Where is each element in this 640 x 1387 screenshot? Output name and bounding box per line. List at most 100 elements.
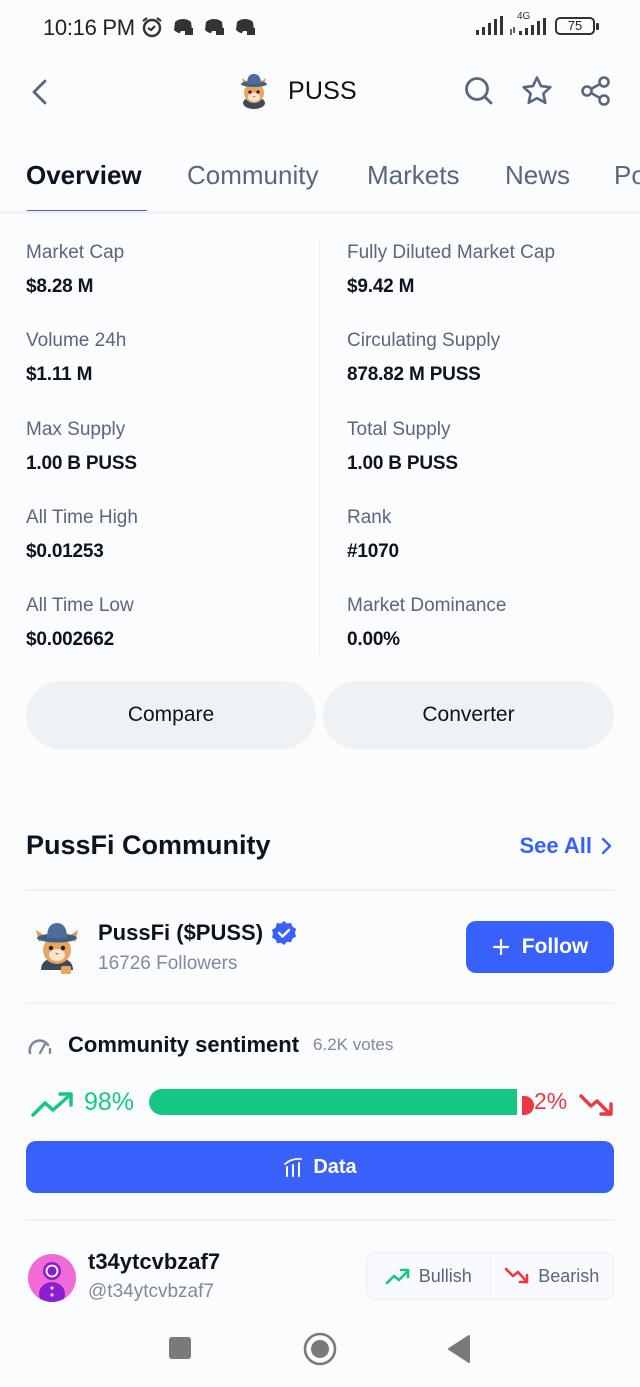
tab-community[interactable]: Community (187, 160, 318, 191)
sentiment-data-button[interactable]: Data (26, 1141, 614, 1193)
stat-value: 0.00% (347, 629, 400, 650)
stat-circulating-supply: Circulating Supply 878.82 M PUSS (347, 329, 500, 387)
stat-rank: Rank #1070 (347, 506, 399, 564)
stat-value: $1.11 M (26, 364, 93, 385)
square-icon (169, 1337, 191, 1359)
bearish-label: Bearish (538, 1265, 600, 1286)
community-followers: 16726 Followers (98, 953, 238, 974)
community-name-label: PussFi ($PUSS) (98, 920, 264, 945)
signal-4g-icon: 4G (509, 11, 549, 37)
stat-label: Fully Diluted Market Cap (347, 242, 556, 263)
compare-button[interactable]: Compare (26, 681, 316, 749)
back-nav-button[interactable] (446, 1334, 472, 1369)
stat-market-cap: Market Cap $8.28 M (26, 241, 124, 299)
search-button[interactable] (462, 74, 496, 108)
system-nav-bar (0, 1310, 640, 1387)
stats-grid: Market Cap $8.28 M Volume 24h $1.11 M Ma… (0, 236, 640, 656)
stats-divider (319, 240, 320, 654)
discord-notification-icon (236, 19, 255, 35)
stat-volume-24h: Volume 24h $1.11 M (26, 329, 126, 387)
community-name[interactable]: PussFi ($PUSS) (98, 920, 297, 946)
coin-title: PUSS (236, 72, 357, 110)
sentiment-title: Community sentiment (68, 1032, 300, 1057)
network-type: 4G (517, 11, 531, 22)
sentiment-header: Community sentiment 6.2K votes (26, 1032, 393, 1058)
bearish-percent: 2% (534, 1088, 568, 1114)
chevron-left-icon (32, 79, 47, 105)
follow-button[interactable]: Follow (466, 921, 614, 973)
share-button[interactable] (579, 74, 613, 108)
plus-icon (492, 938, 509, 956)
battery-icon: 75 (555, 17, 599, 35)
stat-max-supply: Max Supply 1.00 B PUSS (26, 418, 137, 476)
trending-up-icon (385, 1268, 410, 1285)
gauge-icon (28, 1039, 52, 1055)
post-username[interactable]: t34ytcvbzaf7 (88, 1249, 220, 1275)
tab-portfolio[interactable]: Po (614, 160, 640, 191)
stat-label: Circulating Supply (347, 330, 501, 351)
divider (26, 889, 614, 891)
follow-label: Follow (521, 935, 589, 958)
share-icon (581, 76, 610, 106)
stat-value: 1.00 B PUSS (347, 453, 458, 474)
tab-markets[interactable]: Markets (367, 160, 459, 191)
stat-total-supply: Total Supply 1.00 B PUSS (347, 418, 458, 476)
stat-label: All Time Low (26, 595, 134, 616)
stat-value: $9.42 M (347, 276, 415, 297)
app-header: PUSS (0, 60, 640, 124)
converter-button[interactable]: Converter (323, 681, 614, 749)
trending-up-icon (31, 1092, 73, 1117)
signal-icon (476, 16, 503, 35)
status-icons-right: 4G 75 (475, 11, 599, 37)
recents-button[interactable] (168, 1336, 192, 1365)
tab-news[interactable]: News (505, 160, 570, 191)
discord-notification-icon (205, 19, 224, 35)
community-avatar[interactable] (31, 920, 83, 976)
sentiment-votes: 6.2K votes (313, 1035, 394, 1054)
stat-value: #1070 (347, 541, 399, 562)
status-icons-left (140, 15, 257, 39)
page-title: PUSS (288, 76, 357, 105)
alarm-icon (142, 17, 162, 38)
home-button[interactable] (303, 1332, 337, 1371)
trending-down-icon (579, 1094, 613, 1116)
stat-fully-diluted-market-cap: Fully Diluted Market Cap $9.42 M (347, 241, 555, 299)
divider (26, 1002, 614, 1004)
bullish-vote-button[interactable]: Bullish (367, 1253, 490, 1299)
bearish-vote-button[interactable]: Bearish (489, 1253, 614, 1299)
stat-value: $0.01253 (26, 541, 104, 562)
search-icon (465, 77, 493, 105)
watchlist-button[interactable] (520, 74, 554, 108)
stat-value: $8.28 M (26, 276, 94, 297)
star-icon (522, 76, 552, 105)
discord-notification-icon (174, 19, 193, 35)
stat-label: Rank (347, 507, 392, 528)
avatar-figure-icon (28, 1254, 76, 1302)
bullish-bar (149, 1089, 517, 1115)
see-all-link[interactable]: See All (519, 833, 612, 859)
stat-market-dominance: Market Dominance 0.00% (347, 594, 506, 652)
community-section-title: PussFi Community (26, 830, 271, 860)
tab-overview[interactable]: Overview (26, 160, 142, 191)
stat-label: Volume 24h (26, 330, 127, 351)
tab-bar: Overview Community Markets News Po (0, 152, 640, 214)
bar-chart-icon (284, 1157, 303, 1177)
stat-value: 1.00 B PUSS (26, 453, 137, 474)
coin-logo-icon (241, 74, 267, 109)
post-handle: @t34ytcvbzaf7 (88, 1281, 214, 1302)
stat-label: Total Supply (347, 419, 451, 440)
back-button[interactable] (24, 74, 56, 110)
data-button-label: Data (313, 1155, 357, 1178)
home-circle-icon (303, 1332, 337, 1366)
user-avatar[interactable] (28, 1254, 76, 1302)
stat-label: Market Cap (26, 242, 125, 263)
status-bar: 10:16 PM 4G 75 (0, 0, 640, 58)
bullish-label: Bullish (418, 1265, 472, 1286)
trending-down-icon (504, 1267, 529, 1284)
bullish-percent: 98% (84, 1088, 135, 1116)
see-all-label: See All (519, 833, 592, 858)
sentiment-bar-row: 98% 2% (26, 1084, 616, 1122)
stat-value: $0.002662 (26, 629, 115, 650)
chevron-right-icon (601, 837, 612, 855)
bearish-bar (522, 1096, 534, 1115)
